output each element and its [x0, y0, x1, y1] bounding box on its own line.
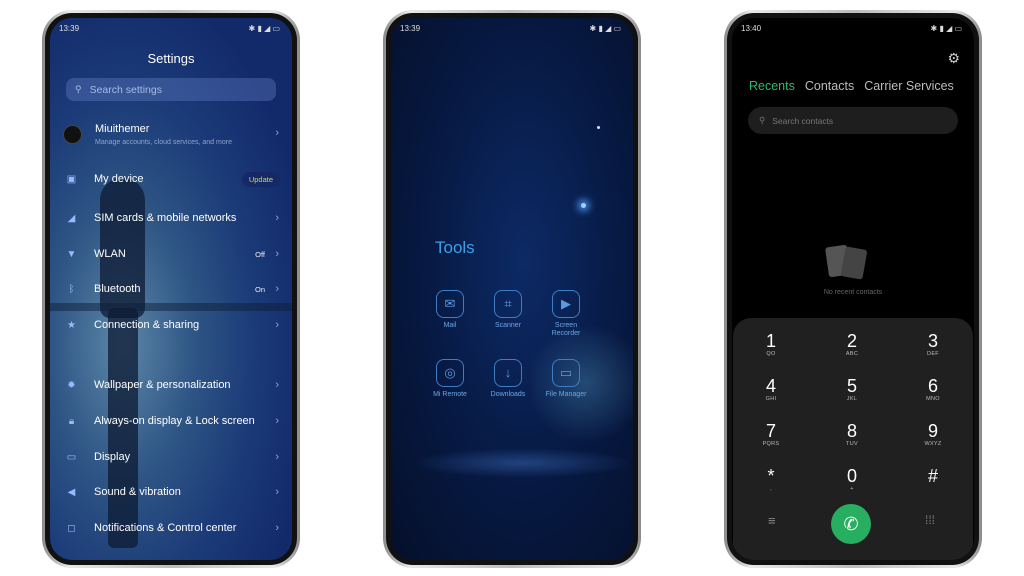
status-time: 13:39 [400, 24, 421, 33]
dial-key[interactable]: 7 PQRS [741, 422, 801, 448]
dial-key[interactable]: 3 DEF [903, 332, 963, 358]
home-screen: 13:39 ✱ ▮ ◢ ▭ Tools ✉ Mail ⌗ Scanner ▶ Screen … [391, 18, 633, 560]
menu-icon[interactable]: ≡ [768, 513, 776, 528]
app-icon[interactable]: ✉ Mail [425, 290, 475, 330]
chevron-right-icon: › [275, 451, 279, 463]
empty-text: No recent contacts [823, 289, 883, 296]
dial-key[interactable]: # [903, 467, 963, 486]
bluetooth-icon: ᛒ [68, 283, 75, 295]
tab-contacts[interactable]: Contacts [805, 79, 854, 93]
dial-key[interactable]: 6 MNO [903, 377, 963, 403]
page-title: Settings [147, 51, 195, 66]
status-icons: ✱ ▮ ◢ ▭ [248, 24, 280, 33]
speaker-icon: ◀ [67, 486, 76, 498]
notification-icon: ◻ [67, 522, 76, 534]
chevron-right-icon: › [275, 248, 279, 260]
chevron-right-icon: › [275, 415, 279, 427]
settings-item[interactable]: ◻ Notifications & Control center › [50, 518, 292, 538]
status-time: 13:39 [59, 24, 80, 33]
update-badge[interactable]: Update [241, 171, 280, 187]
chevron-right-icon: › [275, 127, 279, 139]
dial-key[interactable]: 4 GHI [741, 377, 801, 403]
search-input[interactable]: ⚲ Search settings [66, 78, 276, 101]
status-bar: 13:39 ✱ ▮ ◢ ▭ [59, 24, 280, 36]
folder-title: Tools [435, 238, 475, 257]
search-icon: ⚲ [75, 84, 82, 94]
settings-item[interactable]: ◀ Sound & vibration › [50, 482, 292, 502]
avatar[interactable] [63, 125, 82, 144]
phone-icon: ✆ [843, 513, 859, 534]
dial-key[interactable]: 1 QO [741, 332, 801, 358]
settings-item[interactable]: ᛒ Bluetooth On › [50, 279, 292, 299]
download-icon: ↓ [494, 359, 522, 387]
status-bar: 13:40 ✱ ▮ ◢ ▭ [741, 24, 962, 36]
tab-carrier-services[interactable]: Carrier Services [864, 79, 954, 93]
dial-key[interactable]: 5 JKL [822, 377, 882, 403]
app-icon[interactable]: ◎ Mi Remote [425, 359, 475, 399]
dial-key[interactable]: 8 TUV [822, 422, 882, 448]
settings-gear-icon[interactable]: ⚙ [947, 50, 960, 67]
chevron-right-icon: › [275, 283, 279, 295]
scanner-icon: ⌗ [494, 290, 522, 318]
app-icon[interactable]: ▶ Screen Recorder [541, 290, 591, 338]
tab-recents[interactable]: Recents [749, 79, 795, 93]
status-icons: ✱ ▮ ◢ ▭ [930, 24, 962, 33]
remote-icon: ◎ [436, 359, 464, 387]
phone-dialer: 13:40 ✱ ▮ ◢ ▭ ⚙ Recents Contacts Carrier … [724, 10, 982, 568]
settings-item[interactable]: 🔒︎ Always-on display & Lock screen › [50, 411, 292, 431]
hide-keypad-icon[interactable]: ⁞⁞⁞ [925, 513, 935, 527]
wallpaper-icon: ✹ [67, 379, 76, 391]
wifi-icon: ▼ [66, 248, 77, 260]
share-icon: ★ [67, 319, 76, 331]
app-icon[interactable]: ⌗ Scanner [483, 290, 533, 330]
mail-icon: ✉ [436, 290, 464, 318]
phone-settings: 13:39 ✱ ▮ ◢ ▭ Settings ⚲ Search settings M… [42, 10, 300, 568]
folder-icon: ▭ [552, 359, 580, 387]
dial-key[interactable]: *, [741, 467, 801, 493]
dial-key[interactable]: 0 + [822, 467, 882, 493]
status-value: On [254, 284, 265, 294]
chevron-right-icon: › [275, 522, 279, 534]
device-icon: ▣ [66, 173, 77, 185]
video-icon: ▶ [552, 290, 580, 318]
lock-icon: 🔒︎ [68, 415, 75, 427]
settings-screen: 13:39 ✱ ▮ ◢ ▭ Settings ⚲ Search settings M… [50, 18, 292, 560]
signal-icon: ◢ [67, 212, 76, 224]
status-icons: ✱ ▮ ◢ ▭ [589, 24, 621, 33]
settings-item[interactable]: ◢ SIM cards & mobile networks › [50, 208, 292, 228]
search-icon: ⚲ [759, 115, 766, 125]
chevron-right-icon: › [275, 486, 279, 498]
chevron-right-icon: › [275, 319, 279, 331]
dialer-screen: 13:40 ✱ ▮ ◢ ▭ ⚙ Recents Contacts Carrier … [732, 18, 974, 560]
settings-item-my-device[interactable]: ▣ My device Update [50, 169, 292, 189]
display-icon: ▭ [66, 451, 77, 463]
dial-key[interactable]: 9 WXYZ [903, 422, 963, 448]
status-bar: 13:39 ✱ ▮ ◢ ▭ [400, 24, 621, 36]
settings-item[interactable]: ★ Connection & sharing › [50, 315, 292, 335]
call-button[interactable]: ✆ [831, 504, 871, 544]
app-icon[interactable]: ↓ Downloads [483, 359, 533, 399]
dial-key[interactable]: 2 ABC [822, 332, 882, 358]
settings-item[interactable]: ✹ Wallpaper & personalization › [50, 375, 292, 395]
tab-bar: Recents Contacts Carrier Services [749, 79, 954, 93]
chevron-right-icon: › [275, 379, 279, 391]
keypad: 1 QO 2 ABC 3 DEF 4 GHI 5 JKL 6 MNO 7 PQRS 8 TUV 9 WXYZ *, 0… [733, 318, 973, 560]
settings-item[interactable]: ▼ WLAN Off › [50, 244, 292, 264]
account-subtitle: Manage accounts, cloud services, and mor… [95, 139, 232, 146]
status-time: 13:40 [741, 24, 762, 33]
phone-tools: 13:39 ✱ ▮ ◢ ▭ Tools ✉ Mail ⌗ Scanner ▶ Screen … [383, 10, 641, 568]
search-contacts-input[interactable]: ⚲ Search contacts [748, 107, 958, 134]
account-name[interactable]: Miuithemer [95, 123, 149, 135]
app-icon[interactable]: ▭ File Manager [541, 359, 591, 399]
status-value: Off [255, 249, 265, 259]
settings-item[interactable]: ▭ Display › [50, 447, 292, 467]
chevron-right-icon: › [275, 212, 279, 224]
